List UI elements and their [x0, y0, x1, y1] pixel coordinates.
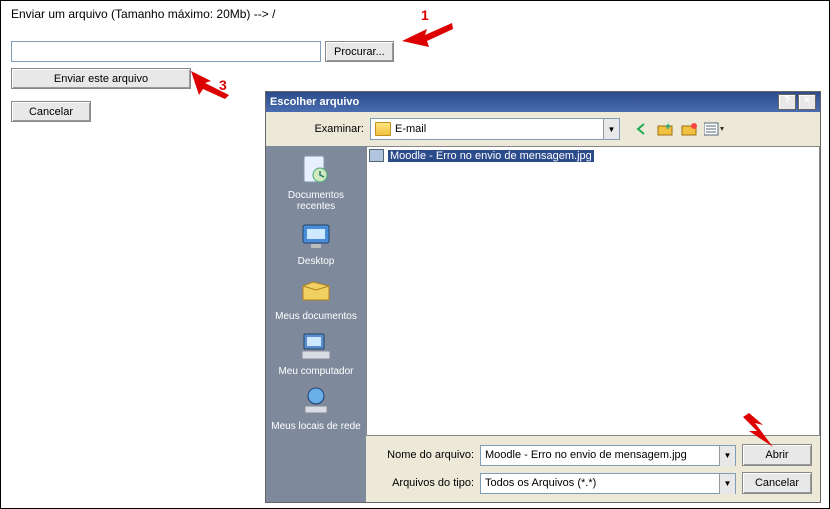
network-places-icon	[298, 383, 334, 419]
sidebar-label: Meu computador	[278, 366, 353, 377]
sidebar-network-places[interactable]: Meus locais de rede	[271, 383, 361, 432]
sidebar-recent-documents[interactable]: Documentos recentes	[271, 152, 361, 212]
recent-docs-icon	[298, 152, 334, 188]
filename-combo[interactable]: ▼	[480, 445, 736, 466]
sidebar-label: Desktop	[298, 256, 335, 267]
sidebar-my-computer[interactable]: Meu computador	[271, 328, 361, 377]
current-folder-name: E-mail	[395, 123, 603, 135]
examine-dropdown[interactable]: E-mail ▼	[370, 118, 620, 140]
new-folder-icon[interactable]	[680, 119, 700, 139]
dialog-cancel-button[interactable]: Cancelar	[742, 472, 812, 494]
browse-button[interactable]: Procurar...	[325, 41, 394, 62]
my-documents-icon	[298, 273, 334, 309]
page-title: Enviar um arquivo (Tamanho máximo: 20Mb)…	[1, 1, 829, 25]
sidebar-desktop[interactable]: Desktop	[271, 218, 361, 267]
filetype-dropdown-arrow[interactable]: ▼	[719, 474, 735, 494]
annotation-1: 1	[421, 7, 429, 23]
file-list[interactable]: Moodle - Erro no envio de mensagem.jpg	[366, 146, 820, 436]
desktop-icon	[298, 218, 334, 254]
sidebar-label: Meus documentos	[275, 311, 357, 322]
sidebar-label: Documentos recentes	[288, 190, 344, 212]
sidebar-label: Meus locais de rede	[271, 421, 361, 432]
file-item-label: Moodle - Erro no envio de mensagem.jpg	[388, 150, 594, 162]
view-menu-icon[interactable]	[704, 119, 724, 139]
dialog-close-button[interactable]: ×	[798, 94, 816, 110]
open-button[interactable]: Abrir	[742, 444, 812, 466]
image-file-icon	[369, 149, 384, 162]
dialog-titlebar: Escolher arquivo ? ×	[266, 92, 820, 112]
arrow-3-icon	[189, 61, 239, 101]
examine-dropdown-arrow[interactable]: ▼	[603, 119, 619, 139]
filetype-combo[interactable]: ▼	[480, 473, 736, 494]
filetype-input[interactable]	[481, 474, 719, 493]
sidebar-my-documents[interactable]: Meus documentos	[271, 273, 361, 322]
examine-label: Examinar:	[274, 123, 364, 135]
file-item[interactable]: Moodle - Erro no envio de mensagem.jpg	[367, 147, 819, 164]
my-computer-icon	[298, 328, 334, 364]
page-cancel-button[interactable]: Cancelar	[11, 101, 91, 122]
filename-dropdown-arrow[interactable]: ▼	[719, 446, 735, 466]
places-sidebar: Documentos recentes Desktop Meus documen…	[266, 146, 366, 502]
dialog-title: Escolher arquivo	[270, 96, 359, 108]
filename-label: Nome do arquivo:	[374, 449, 474, 461]
dialog-help-button[interactable]: ?	[778, 94, 796, 110]
send-file-button[interactable]: Enviar este arquivo	[11, 68, 191, 89]
folder-up-icon[interactable]	[656, 119, 676, 139]
annotation-3: 3	[219, 77, 227, 93]
nav-back-icon[interactable]	[632, 119, 652, 139]
folder-icon	[375, 122, 391, 136]
file-chooser-dialog: Escolher arquivo ? × Examinar: E-mail ▼	[265, 91, 821, 503]
file-path-input[interactable]	[11, 41, 321, 62]
filetype-label: Arquivos do tipo:	[374, 477, 474, 489]
filename-input[interactable]	[481, 446, 719, 465]
